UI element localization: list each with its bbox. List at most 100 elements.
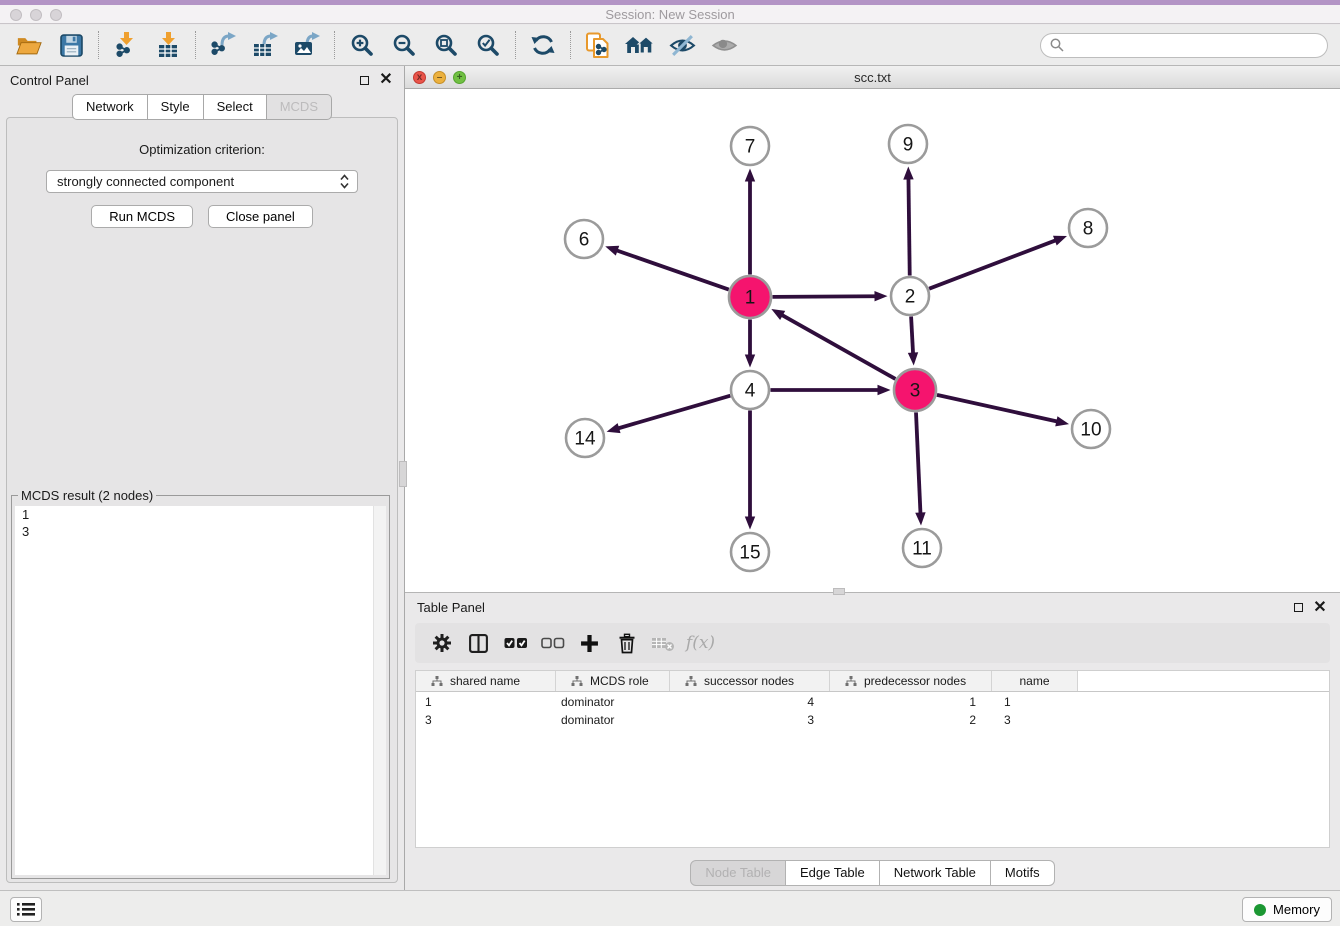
column-label: name	[1019, 674, 1049, 688]
zoom-selected-button[interactable]	[467, 28, 509, 62]
cell-name[interactable]: 1	[992, 695, 1078, 709]
network-minimize-button[interactable]: –	[433, 71, 446, 84]
cell-successor-nodes[interactable]: 3	[670, 713, 830, 727]
cell-successor-nodes[interactable]: 4	[670, 695, 830, 709]
graph-node-label: 3	[910, 381, 921, 402]
mcds-result-textarea[interactable]: 1 3	[15, 506, 386, 875]
import-network-button[interactable]	[105, 28, 147, 62]
checked-boxes-icon	[504, 636, 528, 650]
network-canvas[interactable]: 7968124314101511	[405, 89, 1340, 591]
first-neighbors-button[interactable]	[619, 28, 661, 62]
column-header-shared-name[interactable]: shared name	[416, 671, 556, 691]
cell-mcds-role[interactable]: dominator	[556, 695, 670, 709]
cell-name[interactable]: 3	[992, 713, 1078, 727]
graph-edge-arrowhead	[903, 166, 913, 179]
export-network-button[interactable]	[202, 28, 244, 62]
tab-edge-table[interactable]: Edge Table	[786, 860, 880, 886]
window-titlebar: Session: New Session	[0, 0, 1340, 24]
search-box[interactable]	[1040, 33, 1328, 58]
cell-predecessor-nodes[interactable]: 1	[830, 695, 992, 709]
result-scrollbar[interactable]	[373, 506, 386, 875]
open-session-button[interactable]	[8, 28, 50, 62]
mcds-result-line: 3	[15, 523, 386, 540]
save-session-button[interactable]	[50, 28, 92, 62]
graph-edge-1-2[interactable]	[772, 296, 875, 297]
cell-mcds-role[interactable]: dominator	[556, 713, 670, 727]
cell-shared-name[interactable]: 3	[416, 713, 556, 727]
graph-edge-3-11[interactable]	[916, 412, 920, 513]
deselect-all-rows-button[interactable]	[534, 627, 571, 659]
gear-icon	[432, 633, 452, 653]
add-column-button[interactable]	[571, 627, 608, 659]
close-panel-button-mcds[interactable]: Close panel	[208, 205, 313, 228]
graph-edge-arrowhead	[607, 423, 621, 433]
export-table-button[interactable]	[244, 28, 286, 62]
delete-column-button[interactable]	[608, 627, 645, 659]
graph-edge-4-14[interactable]	[618, 396, 730, 429]
cell-shared-name[interactable]: 1	[416, 695, 556, 709]
import-table-button[interactable]	[147, 28, 189, 62]
graph-edge-2-8[interactable]	[929, 240, 1056, 288]
table-row[interactable]: 3 dominator 3 2 3	[416, 712, 1329, 728]
network-close-button[interactable]: x	[413, 71, 426, 84]
network-window-title: scc.txt	[405, 70, 1340, 85]
tab-node-table[interactable]: Node Table	[690, 860, 786, 886]
horizontal-splitter-handle[interactable]	[833, 588, 845, 595]
optimization-criterion-select[interactable]: strongly connected component	[46, 170, 358, 193]
zoom-out-button[interactable]	[383, 28, 425, 62]
plus-icon	[580, 634, 599, 653]
graph-node-label: 2	[905, 287, 916, 308]
column-header-successor-nodes[interactable]: successor nodes	[670, 671, 830, 691]
clone-network-icon	[585, 32, 612, 59]
column-header-mcds-role[interactable]: MCDS role	[556, 671, 670, 691]
column-header-name[interactable]: name	[992, 671, 1078, 691]
show-column-panel-button[interactable]	[460, 627, 497, 659]
float-panel-button[interactable]	[356, 72, 372, 88]
close-icon: ✕	[1313, 601, 1326, 615]
tab-select[interactable]: Select	[204, 94, 267, 120]
float-table-panel-button[interactable]	[1290, 600, 1306, 616]
show-all-button[interactable]	[703, 28, 745, 62]
column-header-predecessor-nodes[interactable]: predecessor nodes	[830, 671, 992, 691]
tab-style[interactable]: Style	[148, 94, 204, 120]
zoom-in-button[interactable]	[341, 28, 383, 62]
graph-node-label: 9	[903, 135, 914, 156]
new-network-from-selection-button[interactable]	[577, 28, 619, 62]
cell-predecessor-nodes[interactable]: 2	[830, 713, 992, 727]
tab-motifs[interactable]: Motifs	[991, 860, 1055, 886]
table-settings-button[interactable]	[423, 627, 460, 659]
hierarchy-icon	[685, 676, 697, 687]
task-history-button[interactable]	[10, 897, 42, 922]
hide-selection-button[interactable]	[661, 28, 703, 62]
hierarchy-icon	[571, 676, 583, 687]
graph-edge-2-9[interactable]	[908, 178, 909, 275]
toolbar-separator	[334, 31, 335, 59]
tab-network-table[interactable]: Network Table	[880, 860, 991, 886]
graph-edge-1-6[interactable]	[617, 250, 729, 289]
vertical-splitter-handle[interactable]	[399, 461, 407, 487]
close-table-panel-button[interactable]: ✕	[1312, 600, 1328, 616]
tab-mcds[interactable]: MCDS	[267, 94, 332, 120]
export-image-button[interactable]	[286, 28, 328, 62]
search-icon	[1050, 38, 1064, 52]
column-label: MCDS role	[590, 674, 649, 688]
network-window-controls[interactable]: x – +	[413, 71, 466, 84]
zoom-fit-button[interactable]	[425, 28, 467, 62]
table-header-row: shared name MCDS role successor nodes pr…	[416, 671, 1329, 692]
memory-button[interactable]: Memory	[1242, 897, 1332, 922]
close-panel-button[interactable]: ✕	[378, 72, 394, 88]
graph-edge-3-10[interactable]	[937, 395, 1057, 422]
graph-edge-arrowhead	[874, 291, 887, 301]
table-panel: Table Panel ✕	[405, 592, 1340, 890]
tab-network[interactable]: Network	[72, 94, 148, 120]
graph-edge-2-3[interactable]	[911, 316, 913, 353]
run-mcds-button[interactable]: Run MCDS	[91, 205, 193, 228]
apply-layout-button[interactable]	[522, 28, 564, 62]
network-maximize-button[interactable]: +	[453, 71, 466, 84]
delete-table-button-disabled	[645, 627, 682, 659]
table-row[interactable]: 1 dominator 4 1 1	[416, 694, 1329, 710]
graph-edge-3-1[interactable]	[782, 315, 896, 379]
graph-node-label: 4	[745, 381, 756, 402]
search-input[interactable]	[1069, 35, 1318, 55]
select-all-rows-button[interactable]	[497, 627, 534, 659]
